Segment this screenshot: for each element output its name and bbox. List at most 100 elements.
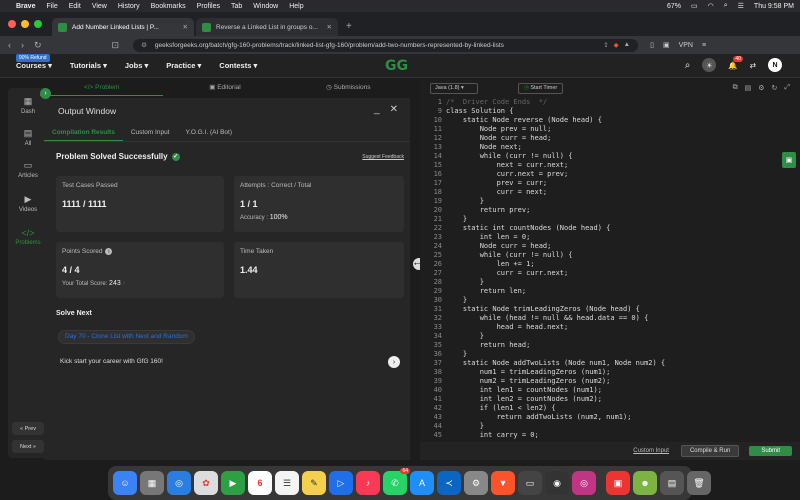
fullscreen-icon[interactable]: ⤢ xyxy=(784,84,790,92)
brave-shield-icon[interactable]: ◆ xyxy=(614,41,619,49)
custom-input-link[interactable]: Custom Input xyxy=(633,448,669,454)
minimize-output-icon[interactable]: _ xyxy=(374,104,380,115)
menu-profiles[interactable]: Profiles xyxy=(197,3,220,10)
minimize-window-button[interactable] xyxy=(21,20,29,28)
reminders-icon[interactable]: ☰ xyxy=(275,471,299,495)
next-button[interactable]: Next » xyxy=(12,440,44,453)
menu-file[interactable]: File xyxy=(46,3,57,10)
menu-app-name[interactable]: Brave xyxy=(16,3,35,10)
theme-toggle-icon[interactable]: ☀ xyxy=(702,58,717,72)
url-field[interactable]: ⚙ geeksforgeeks.org/batch/gfg-160-proble… xyxy=(133,38,639,52)
vscode-icon[interactable]: ≺ xyxy=(437,471,461,495)
new-tab-icon[interactable]: + xyxy=(346,21,352,32)
trash-icon[interactable]: 🗑 xyxy=(687,471,711,495)
close-tab-icon[interactable]: ✕ xyxy=(183,23,188,31)
instagram-icon[interactable]: ◎ xyxy=(572,471,596,495)
terminal-icon[interactable]: ▭ xyxy=(518,471,542,495)
maximize-window-button[interactable] xyxy=(34,20,42,28)
finder-icon[interactable]: ☺ xyxy=(113,471,137,495)
system-settings-icon[interactable]: ⚙ xyxy=(464,471,488,495)
code-area[interactable]: 1 /* Driver Code Ends */ 9 class Solution {… xyxy=(420,98,790,439)
brave-icon[interactable]: ▼ xyxy=(491,471,515,495)
start-timer-button[interactable]: ◷ Start Timer xyxy=(518,82,564,94)
copy-icon[interactable]: ⧉ xyxy=(733,84,738,92)
menu-bookmarks[interactable]: Bookmarks xyxy=(151,3,186,10)
menu-view[interactable]: View xyxy=(92,3,107,10)
forward-icon[interactable]: › xyxy=(21,40,24,50)
sidebar-item-all[interactable]: ▤ All xyxy=(8,128,48,147)
prime-video-icon[interactable]: ▷ xyxy=(329,471,353,495)
nav-tutorials[interactable]: Tutorials ▾ xyxy=(70,61,107,70)
brave-rewards-icon[interactable]: ▲ xyxy=(624,41,630,49)
menu-window[interactable]: Window xyxy=(253,3,278,10)
compile-run-button[interactable]: Compile & Run xyxy=(680,445,740,457)
clock[interactable]: Thu 9:58 PM xyxy=(754,3,794,10)
site-info-icon[interactable]: ⚙ xyxy=(141,41,147,49)
safari-icon[interactable]: ◎ xyxy=(167,471,191,495)
app-store-icon[interactable]: A xyxy=(410,471,434,495)
language-select[interactable]: Java (1.8) ▾ xyxy=(430,82,478,94)
collapse-panel-button[interactable]: › xyxy=(40,88,51,99)
android-icon[interactable]: ☻ xyxy=(633,471,657,495)
notifications-icon[interactable]: 🔔 40 xyxy=(728,55,743,70)
prev-button[interactable]: « Prev xyxy=(12,422,44,435)
submit-button[interactable]: Submit xyxy=(749,446,792,456)
browser-tab[interactable]: Reverse a Linked List in groups o... ✕ xyxy=(196,18,338,36)
tab-yogi-ai-bot[interactable]: Y.O.G.I. (AI Bot) xyxy=(178,124,240,141)
pdf-viewer-icon[interactable]: ▣ xyxy=(606,471,630,495)
avatar[interactable]: N xyxy=(768,58,782,72)
close-output-icon[interactable]: ✕ xyxy=(390,104,398,115)
tab-custom-input[interactable]: Custom Input xyxy=(123,124,178,141)
menu-tab[interactable]: Tab xyxy=(231,3,242,10)
sidebar-item-problems[interactable]: </> Problems xyxy=(8,228,48,246)
menu-icon[interactable]: ≡ xyxy=(702,42,706,49)
arrow-right-icon[interactable]: › xyxy=(388,356,400,368)
menu-edit[interactable]: Edit xyxy=(69,3,81,10)
notes-icon[interactable]: ✎ xyxy=(302,471,326,495)
wallet-icon[interactable]: ▣ xyxy=(663,41,670,49)
sidebar-toggle-icon[interactable]: ▯ xyxy=(650,41,654,49)
gfg-logo[interactable]: GG xyxy=(385,58,408,74)
tab-problem[interactable]: </> Problem xyxy=(40,80,164,96)
tab-editorial[interactable]: ▣ Editorial xyxy=(163,80,286,96)
music-icon[interactable]: ♪ xyxy=(356,471,380,495)
chat-icon[interactable]: ▣ xyxy=(782,152,796,168)
nav-practice[interactable]: Practice ▾ xyxy=(166,61,201,70)
tab-compilation-results[interactable]: Compilation Results xyxy=(44,124,123,141)
vpn-button[interactable]: VPN xyxy=(679,42,693,49)
back-icon[interactable]: ‹ xyxy=(8,40,11,50)
reload-icon[interactable]: ↻ xyxy=(34,40,42,51)
tab-submissions[interactable]: ◷ Submissions xyxy=(287,80,410,96)
settings-icon[interactable]: ⚙ xyxy=(758,84,764,92)
whatsapp-icon[interactable]: ✆ 64 xyxy=(383,468,410,495)
nav-jobs[interactable]: Jobs ▾ xyxy=(125,61,148,70)
format-icon[interactable]: ▤ xyxy=(745,84,752,92)
launchpad-icon[interactable]: ▦ xyxy=(140,471,164,495)
translate-icon[interactable]: ⇄ xyxy=(750,61,756,70)
info-icon[interactable]: i xyxy=(105,248,113,255)
next-problem-button[interactable]: Day 70 - Clone List with Next and Random xyxy=(58,330,195,344)
search-icon[interactable]: ⌕ xyxy=(724,2,728,10)
sidebar-item-dash[interactable]: ▦ Dash xyxy=(8,96,48,115)
site-search-icon[interactable]: ⌕ xyxy=(685,60,691,71)
bookmark-icon[interactable]: ⊡ xyxy=(112,40,120,51)
control-center-icon[interactable]: ☰ xyxy=(738,2,744,10)
battery-icon[interactable]: ▭ xyxy=(691,2,698,10)
facetime-icon[interactable]: ▶ xyxy=(221,471,245,495)
close-window-button[interactable] xyxy=(8,20,16,28)
photos-icon[interactable]: ✿ xyxy=(194,471,218,495)
wifi-icon[interactable]: ◠ xyxy=(708,2,714,10)
share-icon[interactable]: ⇪ xyxy=(603,41,608,49)
nav-contests[interactable]: Contests ▾ xyxy=(219,61,257,70)
browser-tab-active[interactable]: Add Number Linked Lists | P... ✕ xyxy=(52,18,194,36)
sidebar-item-articles[interactable]: ▭ Articles xyxy=(8,160,48,179)
calendar-icon[interactable]: 6 xyxy=(248,471,272,495)
suggest-feedback-link[interactable]: Suggest Feedback xyxy=(362,154,404,160)
reset-icon[interactable]: ↻ xyxy=(772,84,778,92)
obs-icon[interactable]: ◉ xyxy=(545,471,569,495)
menu-help[interactable]: Help xyxy=(289,3,303,10)
close-tab-icon[interactable]: ✕ xyxy=(327,23,332,31)
preview-icon[interactable]: ▤ xyxy=(660,471,684,495)
menu-history[interactable]: History xyxy=(118,3,140,10)
sidebar-item-videos[interactable]: ▶ Videos xyxy=(8,194,48,213)
